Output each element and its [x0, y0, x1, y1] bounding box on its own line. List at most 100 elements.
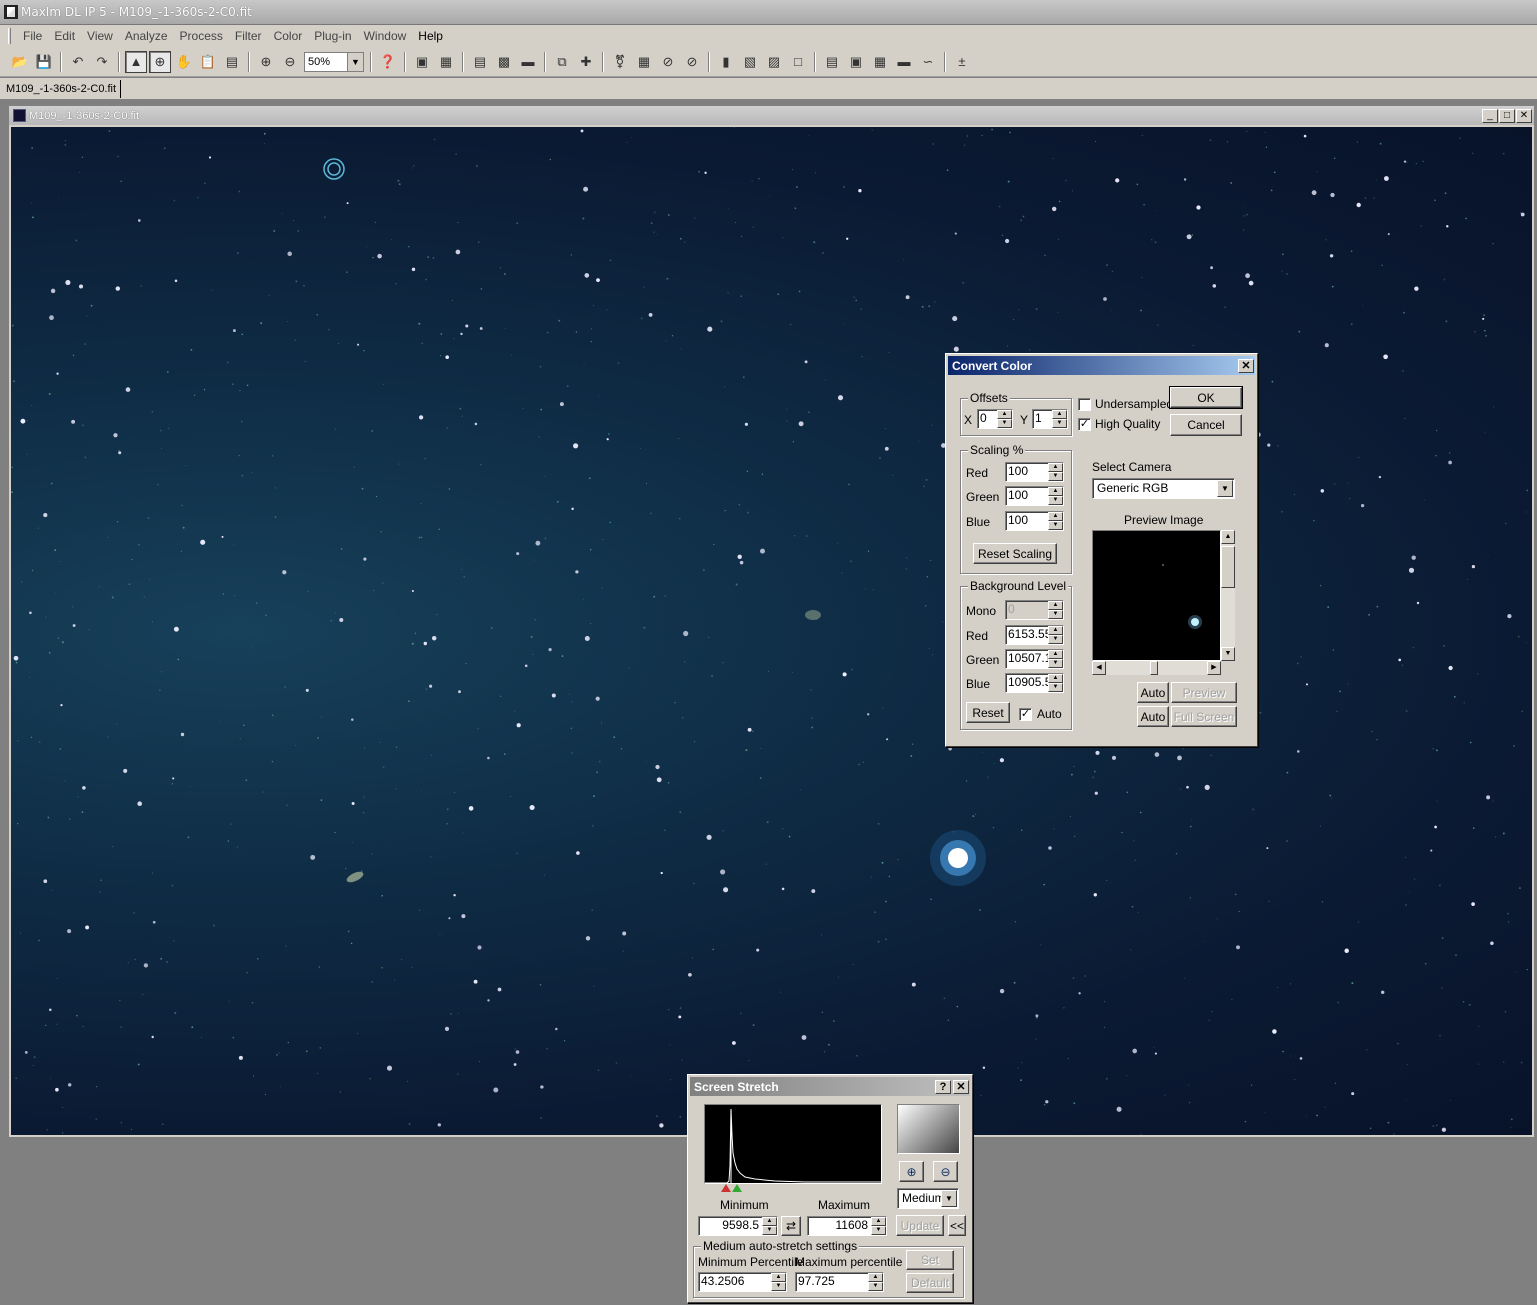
set-button[interactable]: Set [906, 1250, 954, 1270]
curve-icon[interactable]: ∽ [917, 51, 939, 73]
spinner-arrows[interactable]: ▲ ▼ [1048, 487, 1063, 505]
chevron-down-icon[interactable]: ▼ [347, 52, 363, 71]
close-icon[interactable]: ✕ [1238, 358, 1254, 373]
default-button[interactable]: Default [906, 1273, 954, 1293]
layers-icon[interactable]: ▨ [763, 51, 785, 73]
star-field-image[interactable] [11, 127, 1532, 1135]
spinner-arrows[interactable]: ▲ ▼ [1048, 650, 1063, 668]
measure-icon[interactable]: ▬ [517, 51, 539, 73]
screen-stretch-titlebar[interactable]: Screen Stretch ? ✕ [690, 1077, 970, 1096]
collapse-button[interactable]: << [948, 1215, 966, 1236]
zoom-select[interactable]: 50% ▼ [304, 51, 364, 72]
flask-icon[interactable]: ⚧ [609, 51, 631, 73]
menu-filter[interactable]: Filter [235, 29, 262, 43]
maximum-input[interactable]: 11608 ▲ ▼ [807, 1216, 887, 1236]
scaling-red-input[interactable]: 100 ▲ ▼ [1005, 462, 1064, 482]
close-icon[interactable]: ✕ [953, 1079, 969, 1094]
spin-down-icon[interactable]: ▼ [1048, 659, 1063, 668]
stack-icon[interactable]: ▤ [469, 51, 491, 73]
copy-icon[interactable]: ⧉ [551, 51, 573, 73]
spin-up-icon[interactable]: ▲ [868, 1273, 883, 1282]
save-icon[interactable]: 💾 [33, 51, 55, 73]
color-stack-icon[interactable]: ▧ [739, 51, 761, 73]
stretch-mode-select[interactable]: Medium ▼ [897, 1188, 959, 1209]
scaling-blue-input[interactable]: 100 ▲ ▼ [1005, 511, 1064, 531]
redo-icon[interactable]: ↷ [91, 51, 113, 73]
histogram-icon[interactable]: ▮ [715, 51, 737, 73]
chevron-down-icon[interactable]: ▼ [1217, 480, 1233, 497]
bar-icon[interactable]: ▬ [893, 51, 915, 73]
document-icon[interactable] [13, 109, 26, 122]
menubar-grip[interactable] [8, 28, 11, 44]
spinner-arrows[interactable]: ▲ ▼ [871, 1217, 886, 1235]
plus-minus-icon[interactable]: ± [951, 51, 973, 73]
undo-icon[interactable]: ↶ [67, 51, 89, 73]
edit-image-icon[interactable]: ▦ [869, 51, 891, 73]
spin-down-icon[interactable]: ▼ [1048, 635, 1063, 644]
chevron-down-icon[interactable]: ▼ [941, 1190, 957, 1207]
camera-select[interactable]: Generic RGB ▼ [1092, 478, 1235, 499]
spin-up-icon[interactable]: ▲ [1048, 674, 1063, 683]
reset-scaling-button[interactable]: Reset Scaling [973, 543, 1057, 564]
max-percentile-input[interactable]: 97.725 ▲ ▼ [795, 1272, 884, 1292]
spin-up-icon[interactable]: ▲ [1048, 650, 1063, 659]
bg-mono-input[interactable]: 0 ▲ ▼ [1005, 600, 1064, 620]
spinner-arrows[interactable]: ▲ ▼ [1048, 463, 1063, 481]
spin-up-icon[interactable]: ▲ [1048, 601, 1063, 610]
menu-plugin[interactable]: Plug-in [314, 29, 351, 43]
image-window-titlebar[interactable]: M109_-1-360s-2-C0.fit _ □ ✕ [9, 106, 1534, 125]
frame-icon[interactable]: □ [787, 51, 809, 73]
remove-icon[interactable]: ⊘ [681, 51, 703, 73]
zoom-in-button[interactable]: ⊕ [899, 1161, 924, 1182]
spin-up-icon[interactable]: ▲ [1048, 626, 1063, 635]
scaling-green-input[interactable]: 100 ▲ ▼ [1005, 486, 1064, 506]
deconvolve-icon[interactable]: ⊘ [657, 51, 679, 73]
spinner-arrows[interactable]: ▲ ▼ [1048, 512, 1063, 530]
swap-button[interactable]: ⇄ [781, 1216, 801, 1236]
menu-edit[interactable]: Edit [54, 29, 75, 43]
preview-button[interactable]: Preview [1171, 682, 1237, 703]
offset-x-input[interactable]: 0 ▲ ▼ [977, 409, 1013, 429]
spin-up-icon[interactable]: ▲ [771, 1273, 786, 1282]
fullscreen-auto-button[interactable]: Auto [1137, 706, 1169, 727]
spin-down-icon[interactable]: ▼ [1048, 472, 1063, 481]
minimize-button[interactable]: _ [1482, 108, 1498, 123]
image-mode-icon[interactable]: ▲ [125, 50, 147, 73]
spin-down-icon[interactable]: ▼ [1048, 610, 1063, 619]
min-percentile-input[interactable]: 43.2506 ▲ ▼ [698, 1272, 787, 1292]
image-icon[interactable]: ▣ [845, 51, 867, 73]
full-screen-button[interactable]: Full Screen [1171, 706, 1237, 727]
spin-down-icon[interactable]: ▼ [1048, 521, 1063, 530]
menu-process[interactable]: Process [180, 29, 223, 43]
preview-vscroll[interactable]: ▲ ▼ [1221, 530, 1235, 661]
zoom-out-icon[interactable]: ⊖ [279, 51, 301, 73]
clipboard-icon[interactable]: 📋 [197, 51, 219, 73]
ok-button[interactable]: OK [1169, 386, 1243, 409]
window-icon[interactable]: ▤ [821, 51, 843, 73]
bg-red-input[interactable]: 6153.55 ▲ ▼ [1005, 625, 1064, 645]
spin-up-icon[interactable]: ▲ [1048, 487, 1063, 496]
spin-up-icon[interactable]: ▲ [1048, 463, 1063, 472]
spin-down-icon[interactable]: ▼ [762, 1226, 777, 1235]
spinner-arrows[interactable]: ▲ ▼ [771, 1273, 786, 1291]
camera-control-icon[interactable]: ▣ [411, 51, 433, 73]
spin-down-icon[interactable]: ▼ [868, 1282, 883, 1291]
spin-up-icon[interactable]: ▲ [762, 1217, 777, 1226]
menu-view[interactable]: View [87, 29, 113, 43]
align-icon[interactable]: ▩ [493, 51, 515, 73]
spinner-arrows[interactable]: ▲ ▼ [1048, 674, 1063, 692]
tab-document[interactable]: M109_-1-360s-2-C0.fit [3, 80, 122, 98]
bg-auto-checkbox[interactable]: ✓ [1019, 708, 1032, 721]
menu-help[interactable]: Help [418, 29, 443, 43]
undersampled-checkbox[interactable] [1078, 398, 1091, 411]
high-quality-checkbox[interactable]: ✓ [1078, 418, 1091, 431]
filter-icon[interactable]: ▦ [633, 51, 655, 73]
menu-window[interactable]: Window [364, 29, 407, 43]
spin-up-icon[interactable]: ▲ [1048, 512, 1063, 521]
spin-down-icon[interactable]: ▼ [1048, 496, 1063, 505]
spin-down-icon[interactable]: ▼ [871, 1226, 886, 1235]
spinner-arrows[interactable]: ▲ ▼ [1048, 626, 1063, 644]
properties-icon[interactable]: ▤ [221, 51, 243, 73]
open-icon[interactable]: 📂 [9, 51, 31, 73]
info-window-icon[interactable]: ▦ [435, 51, 457, 73]
